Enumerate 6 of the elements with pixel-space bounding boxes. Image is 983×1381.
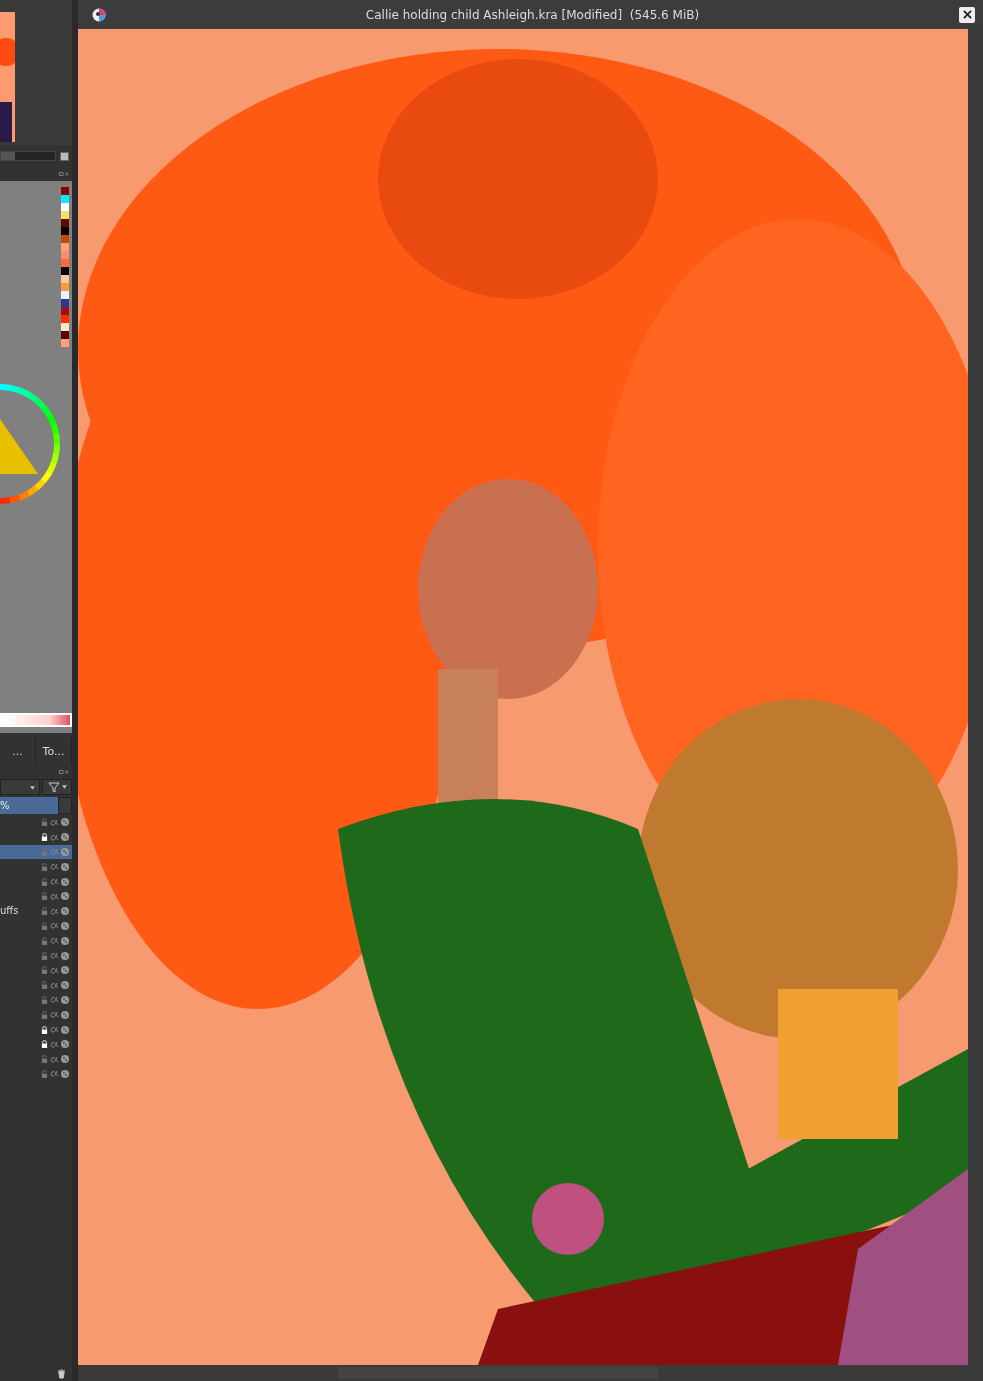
- opacity-field[interactable]: %: [0, 797, 58, 814]
- layer-row[interactable]: uffs: [0, 903, 72, 919]
- panel-tab[interactable]: ...: [0, 737, 36, 765]
- window-title: Callie holding child Ashleigh.kra [Modified] (545.6 MiB): [364, 7, 701, 22]
- layer-name: uffs: [0, 905, 20, 918]
- panel-tab[interactable]: To...: [36, 737, 72, 765]
